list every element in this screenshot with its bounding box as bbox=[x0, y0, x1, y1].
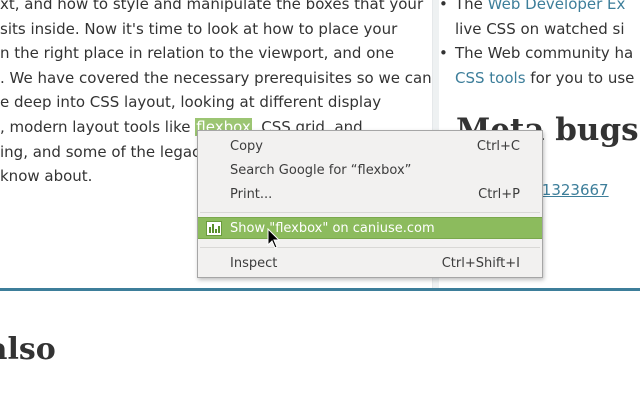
menu-item-shortcut: Ctrl+Shift+I bbox=[441, 256, 520, 271]
menu-item-search-google[interactable]: Search Google for “flexbox” bbox=[198, 160, 542, 182]
sidebar-list-item: • The Web Developer Ex live CSS on watch… bbox=[439, 0, 640, 42]
menu-item-inspect[interactable]: Inspect Ctrl+Shift+I bbox=[198, 253, 542, 275]
menu-item-copy[interactable]: Copy Ctrl+C bbox=[198, 136, 542, 158]
menu-item-shortcut: Ctrl+C bbox=[476, 139, 520, 154]
sidebar-list-item: • The Web community ha CSS tools for you… bbox=[439, 41, 640, 91]
mouse-cursor-icon bbox=[267, 228, 281, 249]
see-also-heading: also bbox=[0, 332, 56, 367]
article-line: sits inside. Now it's time to look at ho… bbox=[0, 19, 398, 38]
bullet: • bbox=[439, 44, 448, 62]
menu-item-label: Search Google for “flexbox” bbox=[230, 163, 412, 178]
item-text: live CSS on watched si bbox=[455, 20, 625, 38]
bullet: • bbox=[439, 0, 448, 13]
article-line: n the right place in relation to the vie… bbox=[0, 44, 395, 63]
menu-item-label: Copy bbox=[230, 139, 263, 154]
menu-item-print[interactable]: Print... Ctrl+P bbox=[198, 184, 542, 206]
item-text: for you to use bbox=[525, 69, 635, 87]
article-line: . We have covered the necessary prerequi… bbox=[0, 68, 432, 87]
menu-item-show-on-caniuse[interactable]: Show "flexbox" on caniuse.com bbox=[198, 217, 542, 239]
section-divider bbox=[0, 288, 640, 291]
menu-separator bbox=[200, 212, 540, 213]
page: xt, and how to style and manipulate the … bbox=[0, 0, 640, 400]
article-line: e deep into CSS layout, looking at diffe… bbox=[0, 93, 382, 112]
text-before-selection: , modern layout tools like bbox=[0, 117, 196, 136]
menu-item-label: Print... bbox=[230, 187, 273, 202]
item-text: The Web community ha bbox=[455, 44, 634, 62]
article-line: xt, and how to style and manipulate the … bbox=[0, 0, 424, 13]
item-text: The bbox=[455, 0, 488, 13]
menu-item-label: Show "flexbox" on caniuse.com bbox=[230, 221, 435, 236]
menu-item-shortcut: Ctrl+P bbox=[478, 187, 520, 202]
caniuse-icon bbox=[206, 221, 222, 236]
context-menu: Copy Ctrl+C Search Google for “flexbox” … bbox=[197, 130, 543, 278]
menu-item-label: Inspect bbox=[230, 256, 278, 271]
css-tools-link[interactable]: CSS tools bbox=[455, 69, 526, 87]
web-developer-extension-link[interactable]: Web Developer Ex bbox=[488, 0, 626, 13]
menu-separator bbox=[200, 247, 540, 248]
